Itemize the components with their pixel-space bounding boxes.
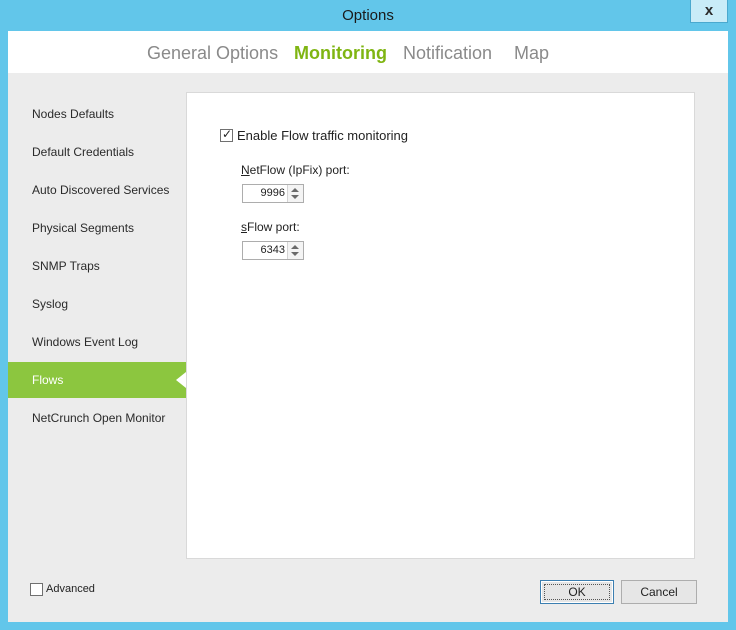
focus-rectangle — [544, 584, 610, 600]
tab-general-options[interactable]: General Options — [147, 43, 278, 64]
enable-flow-checkbox[interactable]: ✓ — [220, 127, 233, 142]
sflow-port-stepper[interactable]: 6343 — [242, 241, 304, 260]
close-icon: x — [704, 2, 714, 19]
cancel-button-label: Cancel — [640, 585, 678, 599]
spin-up-icon[interactable] — [291, 188, 299, 192]
sflow-port-spin-buttons[interactable] — [287, 242, 303, 259]
sidebar-item-syslog[interactable]: Syslog — [8, 286, 186, 322]
netflow-port-value[interactable]: 9996 — [261, 187, 285, 199]
sidebar-item-default-credentials[interactable]: Default Credentials — [8, 134, 186, 170]
sidebar-item-snmp-traps[interactable]: SNMP Traps — [8, 248, 186, 284]
sidebar-item-label: Syslog — [32, 297, 69, 311]
window-title: Options — [342, 7, 394, 24]
title-bar[interactable]: Options x — [0, 0, 736, 32]
netflow-port-accel-key: N — [241, 163, 250, 177]
sidebar-item-label: SNMP Traps — [32, 259, 100, 273]
sidebar-item-flows[interactable]: Flows — [8, 362, 186, 398]
spin-up-icon[interactable] — [291, 245, 299, 249]
cancel-button[interactable]: Cancel — [621, 580, 697, 604]
netflow-port-label-text: etFlow (IpFix) port: — [249, 163, 350, 177]
sidebar-item-windows-event-log[interactable]: Windows Event Log — [8, 324, 186, 360]
sidebar-item-label: Windows Event Log — [32, 335, 139, 349]
dialog-client: General Options Monitoring Notification … — [8, 31, 728, 622]
sidebar-item-label: Nodes Defaults — [32, 107, 115, 121]
sidebar-item-nodes-defaults[interactable]: Nodes Defaults — [8, 96, 186, 132]
spin-down-icon[interactable] — [291, 195, 299, 199]
ok-button[interactable]: OK — [540, 580, 614, 604]
close-button[interactable]: x — [690, 0, 728, 23]
sidebar-item-label: Auto Discovered Services — [32, 183, 170, 197]
sidebar-item-label: Physical Segments — [32, 221, 135, 235]
netflow-port-spin-buttons[interactable] — [287, 185, 303, 202]
options-window: Options x General Options Monitoring Not… — [0, 0, 736, 630]
sflow-port-label: sFlow port: — [241, 220, 300, 234]
tab-notification[interactable]: Notification — [403, 43, 492, 64]
checkmark-icon: ✓ — [222, 127, 233, 141]
selection-pointer-icon — [176, 372, 186, 388]
advanced-checkbox[interactable] — [30, 583, 43, 596]
sflow-port-value[interactable]: 6343 — [261, 244, 285, 256]
sidebar-item-label: Default Credentials — [32, 145, 135, 159]
spin-down-icon[interactable] — [291, 252, 299, 256]
enable-flow-label[interactable]: Enable Flow traffic monitoring — [237, 128, 408, 143]
flows-settings-panel: ✓ Enable Flow traffic monitoring NetFlow… — [186, 92, 695, 559]
sidebar-item-label: NetCrunch Open Monitor — [32, 411, 166, 425]
tab-monitoring[interactable]: Monitoring — [294, 43, 387, 64]
sidebar-item-label: Flows — [32, 373, 64, 387]
advanced-label[interactable]: Advanced — [46, 583, 95, 595]
netflow-port-stepper[interactable]: 9996 — [242, 184, 304, 203]
tab-bar: General Options Monitoring Notification … — [8, 31, 728, 73]
sidebar-item-auto-discovered-services[interactable]: Auto Discovered Services — [8, 172, 186, 208]
sidebar-item-netcrunch-open-monitor[interactable]: NetCrunch Open Monitor — [8, 400, 186, 436]
sidebar-item-physical-segments[interactable]: Physical Segments — [8, 210, 186, 246]
sflow-port-label-text: Flow port: — [247, 220, 300, 234]
tab-map[interactable]: Map — [514, 43, 549, 64]
netflow-port-label: NetFlow (IpFix) port: — [241, 163, 350, 177]
